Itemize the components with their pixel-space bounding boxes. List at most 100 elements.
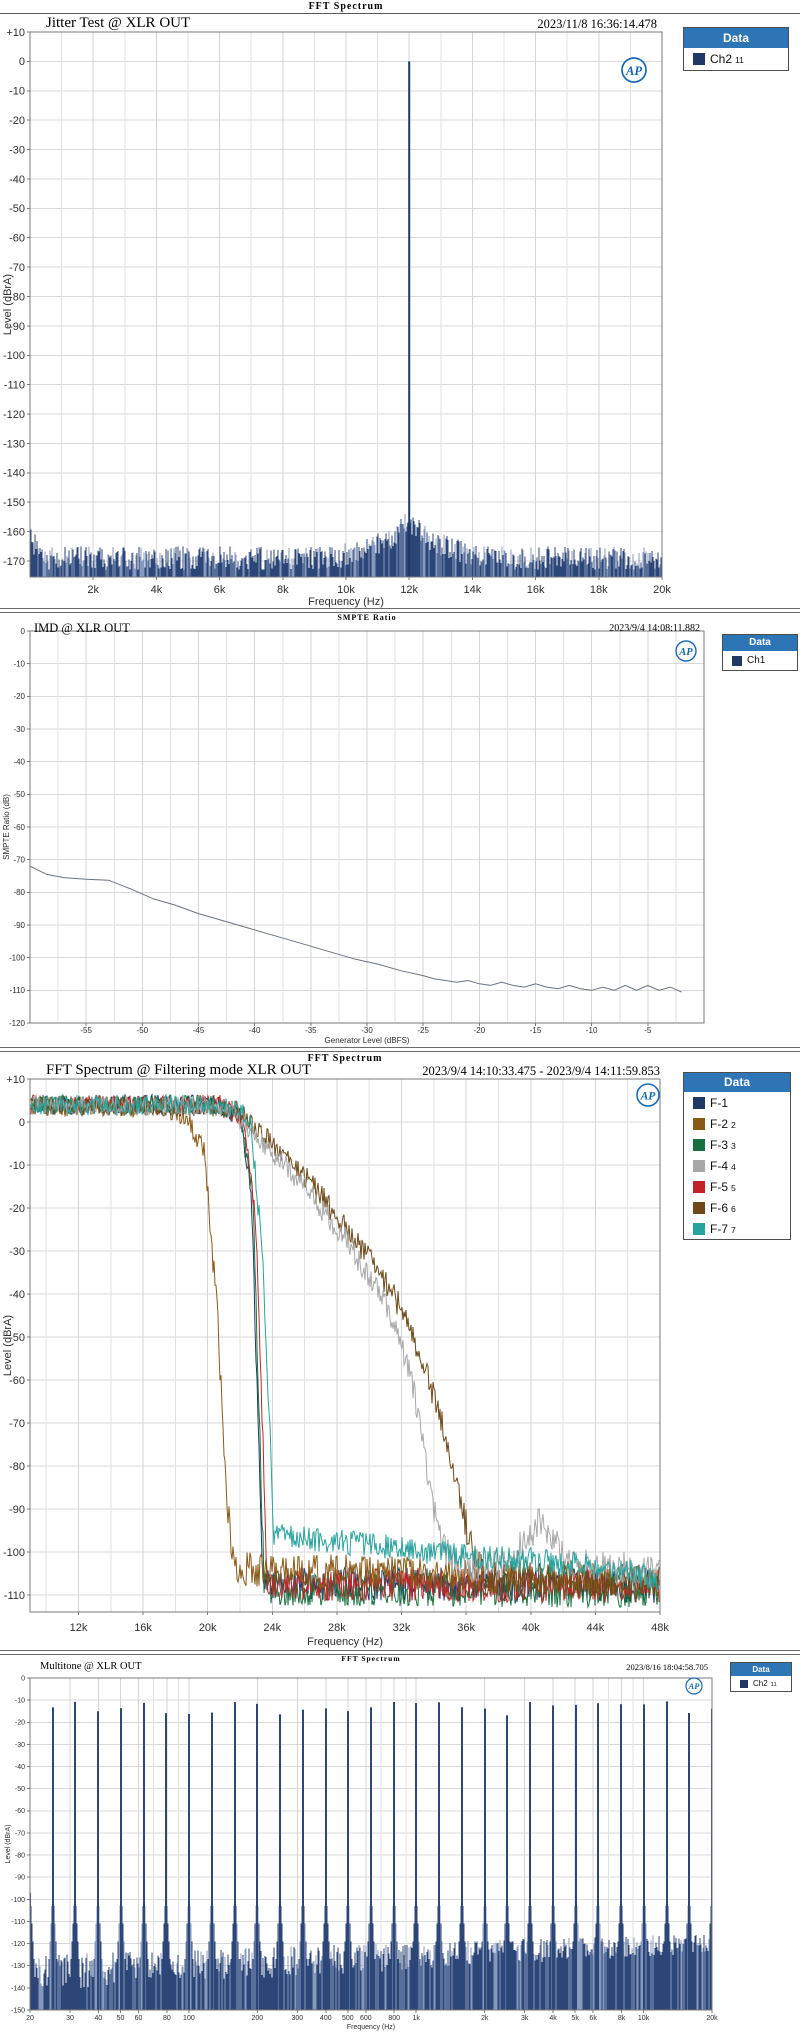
- x-tick-label: 32k: [393, 1622, 411, 1634]
- y-tick-label: -80: [9, 1461, 25, 1473]
- y-tick-label: -100: [3, 350, 25, 362]
- legend-label-sub: 7: [731, 1225, 736, 1235]
- y-tick-label: -50: [13, 790, 25, 799]
- x-tick-label: -5: [644, 1026, 652, 1035]
- multitone-fft-plot: 0-10-20-30-40-50-60-70-80-90-100-110-120…: [0, 1650, 800, 2034]
- legend-item[interactable]: F-33: [684, 1134, 790, 1155]
- legend-item[interactable]: F-22: [684, 1113, 790, 1134]
- x-tick-label: 8k: [618, 2015, 626, 2022]
- x-tick-label: 2k: [87, 584, 99, 596]
- x-tick-label: 4k: [151, 584, 163, 596]
- legend-swatch-icon: [693, 1202, 705, 1214]
- x-tick-label: 24k: [263, 1622, 281, 1634]
- y-tick-label: -60: [9, 233, 25, 245]
- x-tick-label: 50: [117, 2015, 125, 2022]
- y-tick-label: -120: [3, 409, 25, 421]
- legend-swatch-icon: [693, 53, 705, 65]
- x-tick-label: 20: [26, 2015, 34, 2022]
- legend-item[interactable]: F-66: [684, 1197, 790, 1218]
- x-tick-label: 800: [388, 2015, 400, 2022]
- y-tick-label: -110: [12, 1919, 26, 1926]
- legend-swatch-icon: [693, 1181, 705, 1193]
- x-tick-label: 600: [360, 2015, 372, 2022]
- y-tick-label: -40: [13, 757, 25, 766]
- x-tick-label: 1k: [413, 2015, 421, 2022]
- legend-label-sub: 11: [771, 1682, 777, 1688]
- chart-panel-filtering-modes: +100-10-20-30-40-50-60-70-80-90-100-1101…: [0, 1047, 800, 1650]
- y-tick-label: -140: [11, 1985, 25, 1992]
- x-axis-title: Generator Level (dBFS): [325, 1036, 410, 1045]
- x-tick-label: 300: [292, 2015, 304, 2022]
- y-tick-label: -80: [15, 1853, 25, 1860]
- y-axis-title: Level (dBrA): [2, 274, 14, 335]
- x-tick-label: -30: [361, 1026, 373, 1035]
- legend-header: Data: [723, 635, 797, 651]
- x-tick-label: 80: [163, 2015, 171, 2022]
- legend-header: Data: [731, 1663, 791, 1676]
- y-tick-label: -70: [13, 855, 25, 864]
- x-tick-label: 100: [183, 2015, 195, 2022]
- legend-label: F-6: [710, 1201, 728, 1215]
- y-tick-label: -120: [9, 1019, 26, 1028]
- x-axis-title: Frequency (Hz): [308, 596, 384, 608]
- x-tick-label: 40k: [522, 1622, 540, 1634]
- x-tick-label: -15: [530, 1026, 542, 1035]
- legend-item[interactable]: Ch1: [723, 651, 797, 670]
- chart-title: FFT Spectrum @ Filtering mode XLR OUT: [46, 1062, 311, 1079]
- x-tick-label: 14k: [464, 584, 482, 596]
- legend-label-sub: 4: [731, 1162, 736, 1172]
- x-axis-title: Frequency (Hz): [307, 1636, 383, 1648]
- y-tick-label: -50: [15, 1786, 25, 1793]
- y-tick-label: -30: [15, 1742, 25, 1749]
- x-tick-label: 400: [320, 2015, 332, 2022]
- window-title: FFT Spectrum: [308, 1053, 383, 1064]
- x-tick-label: 44k: [587, 1622, 605, 1634]
- legend-swatch-icon: [732, 656, 742, 666]
- y-tick-label: +10: [6, 27, 25, 39]
- svg-text:AP: AP: [678, 647, 693, 658]
- legend-swatch-icon: [740, 1680, 748, 1688]
- svg-text:AP: AP: [688, 1682, 701, 1691]
- legend-label-sub: 3: [731, 1141, 736, 1151]
- y-tick-label: -10: [13, 659, 25, 668]
- y-axis-title: SMPTE Ratio (dB): [2, 794, 11, 860]
- chart-title: IMD @ XLR OUT: [34, 621, 130, 636]
- y-tick-label: -160: [3, 526, 25, 538]
- y-tick-label: 0: [19, 1117, 25, 1129]
- legend-label: Ch1: [747, 655, 765, 666]
- y-tick-label: -10: [9, 1160, 25, 1172]
- legend-item[interactable]: F-44: [684, 1155, 790, 1176]
- legend-item[interactable]: Ch211: [684, 48, 788, 70]
- svg-text:AP: AP: [625, 64, 642, 78]
- y-tick-label: -30: [9, 144, 25, 156]
- legend-item[interactable]: F-55: [684, 1176, 790, 1197]
- y-tick-label: -30: [9, 1246, 25, 1258]
- jitter-fft-plot: +100-10-20-30-40-50-60-70-80-90-100-110-…: [0, 0, 800, 608]
- legend-header: Data: [684, 1073, 790, 1092]
- y-tick-label: -100: [3, 1547, 25, 1559]
- y-tick-label: -80: [13, 888, 25, 897]
- legend-label-sub: 11: [735, 55, 744, 65]
- legend-swatch-icon: [693, 1223, 705, 1235]
- x-tick-label: 60: [135, 2015, 143, 2022]
- legend-swatch-icon: [693, 1097, 705, 1109]
- x-tick-label: 12k: [70, 1622, 88, 1634]
- legend-label: Ch2: [753, 1679, 768, 1688]
- y-tick-label: -90: [9, 1504, 25, 1516]
- y-tick-label: -60: [15, 1808, 25, 1815]
- x-tick-label: 4k: [549, 2015, 557, 2022]
- y-tick-label: -40: [15, 1764, 25, 1771]
- timestamp: 2023/9/4 14:10:33.475 - 2023/9/4 14:11:5…: [422, 1064, 660, 1079]
- timestamp: 2023/9/4 14:08:11.882: [609, 623, 700, 634]
- ap-logo-icon: AP: [637, 1084, 659, 1106]
- x-tick-label: 6k: [214, 584, 226, 596]
- y-tick-label: +10: [6, 1074, 25, 1086]
- y-tick-label: 0: [19, 56, 25, 68]
- legend-item[interactable]: F-77: [684, 1218, 790, 1239]
- y-tick-label: -100: [11, 1897, 25, 1904]
- ap-logo-icon: AP: [676, 641, 696, 661]
- legend-item[interactable]: F-1: [684, 1092, 790, 1113]
- legend-item[interactable]: Ch211: [731, 1676, 791, 1691]
- legend: Data Ch1: [722, 634, 798, 671]
- x-tick-label: 18k: [590, 584, 608, 596]
